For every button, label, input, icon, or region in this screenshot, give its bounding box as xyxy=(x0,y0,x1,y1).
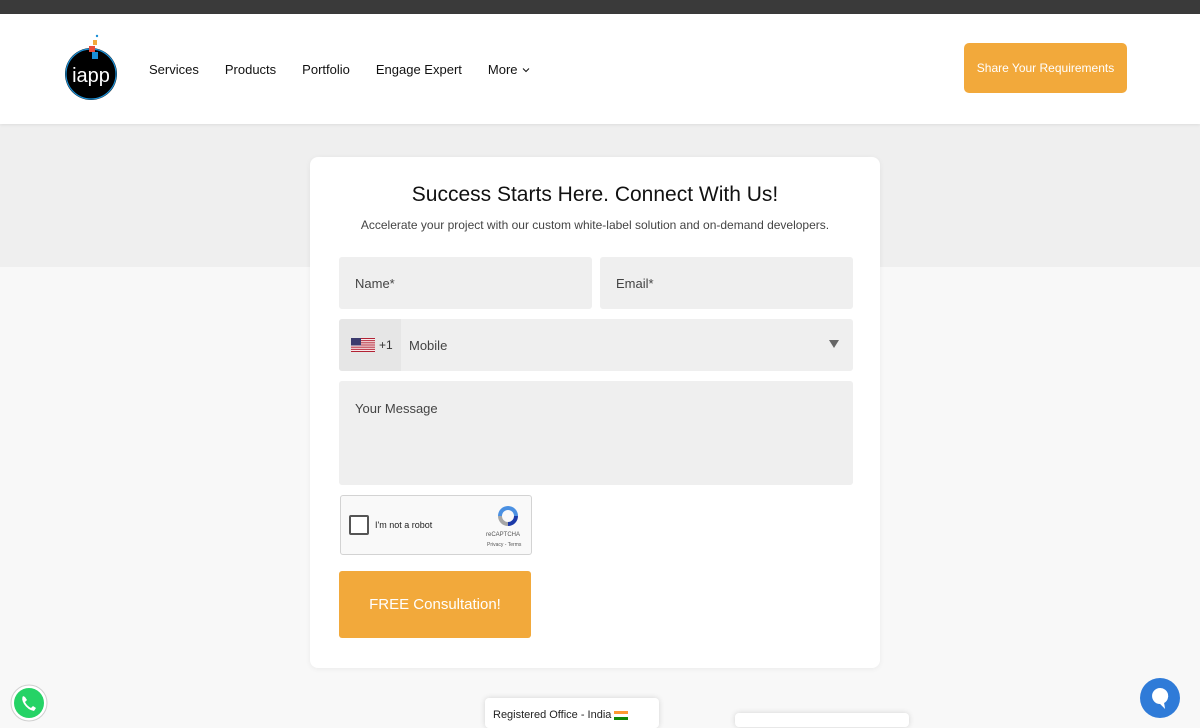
message-field[interactable] xyxy=(339,381,853,485)
office-card: Registered Office - India xyxy=(485,698,659,728)
contact-form-card: Success Starts Here. Connect With Us! Ac… xyxy=(310,157,880,668)
recaptcha-icon xyxy=(498,506,518,526)
captcha-checkbox[interactable] xyxy=(349,515,369,535)
dropdown-arrow-icon[interactable] xyxy=(829,339,839,349)
share-requirements-button[interactable]: Share Your Requirements xyxy=(964,43,1127,93)
whatsapp-icon[interactable] xyxy=(10,684,48,722)
office-label-text: Registered Office - India xyxy=(493,709,612,721)
iapp-logo[interactable]: iapp xyxy=(61,30,121,102)
chevron-down-icon xyxy=(522,67,529,72)
svg-text:iapp: iapp xyxy=(72,65,110,87)
nav-portfolio[interactable]: Portfolio xyxy=(302,62,350,77)
office-label: Registered Office - India xyxy=(493,709,629,721)
window-top-edge xyxy=(0,0,1200,14)
nav-more-label: More xyxy=(487,62,518,77)
nav-engage-expert[interactable]: Engage Expert xyxy=(376,62,462,77)
email-field[interactable] xyxy=(600,257,853,309)
recaptcha-widget: I'm not a robot reCAPTCHA Privacy - Term… xyxy=(340,495,532,555)
form-subtitle: Accelerate your project with our custom … xyxy=(360,218,830,232)
form-title: Success Starts Here. Connect With Us! xyxy=(411,183,779,206)
india-flag-icon xyxy=(614,710,629,720)
office-card-secondary xyxy=(735,713,909,727)
mobile-input[interactable] xyxy=(401,319,821,371)
country-code-selector[interactable]: +1 xyxy=(339,319,401,371)
site-header: iapp Services Products Portfolio Engage … xyxy=(0,14,1200,124)
chat-icon[interactable] xyxy=(1140,678,1180,718)
dial-code: +1 xyxy=(379,338,393,352)
phone-field: +1 xyxy=(339,319,853,371)
nav-services[interactable]: Services xyxy=(149,62,199,77)
free-consultation-button[interactable]: FREE Consultation! xyxy=(339,571,531,638)
captcha-links[interactable]: Privacy - Terms xyxy=(487,542,521,548)
us-flag-icon xyxy=(351,338,375,352)
nav-more[interactable]: More xyxy=(488,62,530,77)
main-nav: Services Products Portfolio Engage Exper… xyxy=(149,62,556,77)
captcha-brand: reCAPTCHA xyxy=(486,532,521,538)
nav-products[interactable]: Products xyxy=(225,62,276,77)
name-field[interactable] xyxy=(339,257,592,309)
captcha-label: I'm not a robot xyxy=(375,520,433,530)
